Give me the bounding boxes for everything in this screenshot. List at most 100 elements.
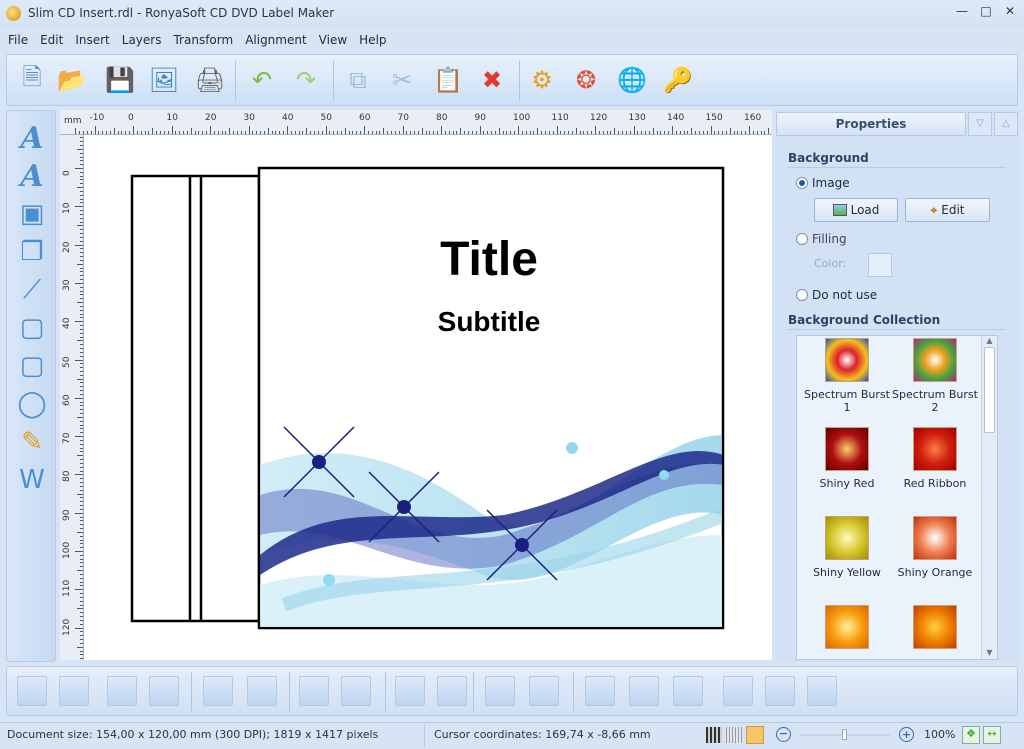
menu-alignment[interactable]: Alignment (239, 30, 312, 50)
align-right-button[interactable] (673, 676, 703, 706)
edit-button[interactable]: ⌖ Edit (905, 198, 990, 222)
copy-button[interactable]: ⧉ (341, 63, 375, 97)
scroll-up-arrow[interactable]: ▲ (982, 336, 997, 345)
ungroup-button[interactable] (247, 676, 277, 706)
minimize-button[interactable]: — (952, 4, 972, 22)
collection-item[interactable]: Spectrum Burst 2 (887, 338, 983, 414)
align-middle-button[interactable] (765, 676, 795, 706)
align-bottom-button[interactable] (807, 676, 837, 706)
word-import-tool[interactable]: W (15, 463, 49, 497)
print-button[interactable]: 🖨 (193, 63, 227, 97)
collection-scrollbar[interactable]: ▲ ▼ (981, 336, 997, 659)
design-canvas[interactable]: Title Subtitle (84, 135, 772, 660)
new-document-button[interactable]: 🗎 (15, 63, 49, 97)
help-lifebuoy-button[interactable]: ❂ (569, 63, 603, 97)
zoom-slider-thumb[interactable] (842, 729, 847, 740)
grid-icon[interactable] (706, 727, 722, 743)
radio-do-not-use[interactable]: Do not use (796, 288, 877, 302)
settings-button[interactable]: ⚙ (525, 63, 559, 97)
curved-text-tool[interactable]: A (15, 159, 49, 194)
clipart-tool[interactable]: ❐ (15, 235, 49, 269)
web-globe-button[interactable]: 🌐 (615, 63, 649, 97)
image-tool[interactable]: ▣ (15, 197, 49, 231)
collection-item-label: Red Ribbon (903, 477, 967, 490)
save-as-image-button[interactable]: 🖼 (147, 63, 181, 97)
menu-file[interactable]: File (2, 30, 34, 50)
collection-item[interactable] (799, 605, 895, 655)
pencil-tool[interactable]: ✎ (15, 425, 49, 459)
label-artwork: Title Subtitle (130, 166, 725, 630)
collection-item[interactable] (887, 605, 983, 655)
collection-item[interactable]: Spectrum Burst 1 (799, 338, 895, 414)
scroll-down-arrow[interactable]: ▼ (982, 648, 997, 657)
cut-button[interactable]: ✂ (385, 63, 419, 97)
close-button[interactable]: ✕ (1000, 4, 1020, 22)
menu-help[interactable]: Help (353, 30, 392, 50)
bring-forward-button[interactable] (59, 676, 89, 706)
ruler-label: 10 (62, 202, 72, 215)
menu-insert[interactable]: Insert (69, 30, 115, 50)
undo-button[interactable]: ↶ (245, 63, 279, 97)
bring-to-front-button[interactable] (17, 676, 47, 706)
window-title: Slim CD Insert.rdl - RonyaSoft CD DVD La… (28, 6, 335, 20)
flip-vertical-button[interactable] (529, 676, 559, 706)
same-height-button[interactable] (341, 676, 371, 706)
collection-item-label: Shiny Orange (897, 566, 973, 579)
fit-width-icon[interactable]: ↔ (983, 726, 1001, 744)
rotate-right-button[interactable] (437, 676, 467, 706)
maximize-button[interactable]: □ (976, 4, 996, 22)
front-cover[interactable]: Title Subtitle (257, 166, 725, 630)
send-to-back-button[interactable] (149, 676, 179, 706)
background-collection-list[interactable]: Spectrum Burst 1 Spectrum Burst 2 Shiny Re… (796, 335, 998, 660)
collection-section-title: Background Collection (788, 313, 1006, 330)
save-button[interactable]: 💾 (103, 63, 137, 97)
scroll-thumb[interactable] (984, 347, 995, 433)
rotate-left-button[interactable] (395, 676, 425, 706)
collection-item[interactable]: Shiny Red (799, 427, 895, 490)
ruler-label: -10 (89, 113, 105, 123)
menu-transform[interactable]: Transform (167, 30, 239, 50)
rulers-toggle-icon[interactable] (746, 726, 764, 744)
collapse-down-button[interactable]: ▽ (968, 112, 992, 136)
cursor-coordinates: Cursor coordinates: 169,74 x -8,66 mm (434, 728, 651, 741)
paste-button[interactable]: 📋 (431, 63, 465, 97)
open-folder-button[interactable]: 📂 (55, 63, 89, 97)
line-tool[interactable]: ⟋ (15, 273, 49, 307)
text-tool[interactable]: A (15, 120, 49, 156)
ellipse-tool[interactable]: ◯ (15, 387, 49, 421)
menu-layers[interactable]: Layers (116, 30, 168, 50)
key-button[interactable]: 🔑 (661, 63, 695, 97)
redo-button[interactable]: ↷ (289, 63, 323, 97)
arrange-toolbar (6, 666, 1018, 716)
dotted-grid-icon[interactable] (726, 727, 742, 743)
rounded-rectangle-tool[interactable]: ▢ (15, 349, 49, 383)
align-top-button[interactable] (723, 676, 753, 706)
color-swatch[interactable] (868, 253, 892, 277)
rectangle-tool[interactable]: ▢ (15, 311, 49, 345)
cover-title[interactable]: Title (440, 233, 538, 286)
collection-item[interactable]: Red Ribbon (887, 427, 983, 490)
radio-filling[interactable]: Filling (796, 232, 847, 246)
menu-edit[interactable]: Edit (34, 30, 69, 50)
drawing-tools: A A ▣ ❐ ⟋ ▢ ▢ ◯ ✎ W (6, 110, 56, 662)
group-button[interactable] (203, 676, 233, 706)
collection-item[interactable]: Shiny Yellow (799, 516, 895, 579)
fit-page-icon[interactable]: ❖ (962, 726, 980, 744)
zoom-in-button[interactable]: + (899, 727, 914, 742)
same-width-button[interactable] (299, 676, 329, 706)
send-backward-button[interactable] (107, 676, 137, 706)
delete-button[interactable]: ✖ (475, 63, 509, 97)
collapse-up-button[interactable]: △ (994, 112, 1018, 136)
load-button[interactable]: Load (814, 198, 898, 222)
properties-panel: Properties ▽ △ Background Image Load ⌖ Ed… (776, 110, 1020, 662)
zoom-out-button[interactable]: − (776, 727, 791, 742)
menu-view[interactable]: View (313, 30, 353, 50)
flip-horizontal-button[interactable] (485, 676, 515, 706)
zoom-slider[interactable] (800, 729, 890, 740)
radio-image[interactable]: Image (796, 176, 850, 190)
align-center-button[interactable] (629, 676, 659, 706)
collection-item[interactable]: Shiny Orange (887, 516, 983, 579)
cover-subtitle[interactable]: Subtitle (438, 306, 541, 337)
text-icon: A (20, 120, 44, 156)
align-left-button[interactable] (585, 676, 615, 706)
